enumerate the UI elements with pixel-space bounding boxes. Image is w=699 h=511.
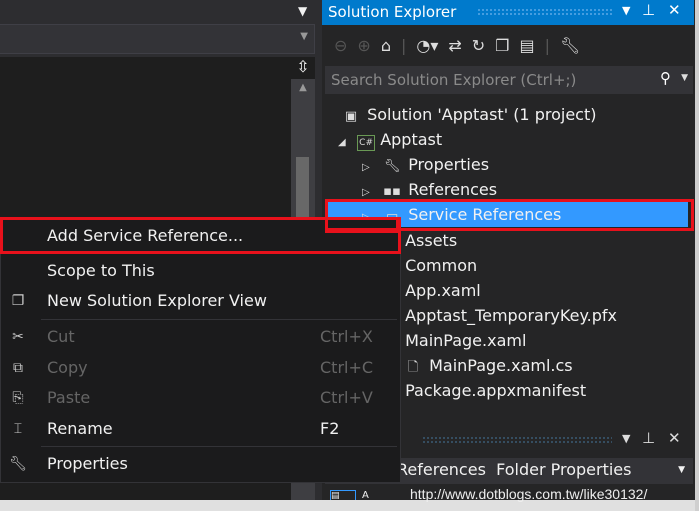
csharp-project-icon: C#	[357, 135, 376, 151]
tree-item-label: Apptast_TemporaryKey.pfx	[405, 306, 617, 325]
tree-item-label: Package.appxmanifest	[405, 381, 587, 400]
pin-icon[interactable]: ⊥	[642, 429, 655, 447]
home-icon[interactable]: ⌂	[381, 36, 391, 55]
wrench-icon: 🔧︎	[383, 159, 401, 174]
split-icon[interactable]: ⇳	[291, 57, 315, 79]
search-icon[interactable]: ⚲	[660, 69, 671, 87]
refresh-icon[interactable]: ↻	[472, 36, 485, 55]
wrench-icon: 🔧︎	[9, 456, 27, 472]
pending-changes-icon[interactable]: ◔▾	[416, 36, 438, 55]
menu-separator	[41, 319, 397, 320]
dropdown-icon[interactable]: ▼	[622, 432, 630, 445]
shortcut: F2	[320, 419, 340, 438]
menu-item-scope-to-this[interactable]: Scope to This	[1, 257, 399, 285]
solution-explorer-toolbar: ⊖ ⊕ ⌂ | ◔▾ ⇄ ↻ ❐ ▤ | 🔧︎	[334, 35, 581, 55]
tree-item-label: Properties	[408, 155, 490, 174]
copy-icon: ⧉	[13, 360, 23, 376]
tree-item-solution[interactable]: ▣ Solution 'Apptast' (1 project)	[326, 102, 688, 127]
search-options-icon[interactable]: ▼	[681, 73, 688, 83]
frame-border	[695, 0, 699, 511]
chevron-down-icon: ▼	[678, 465, 685, 475]
panel-dropdown-icon[interactable]: ▼	[298, 4, 307, 18]
tree-item[interactable]: ▷ 🔧︎ Properties	[326, 152, 688, 177]
selected-object-label: References Folder Properties	[397, 460, 632, 479]
back-icon[interactable]: ⊖	[334, 36, 347, 55]
panel-title: Solution Explorer	[328, 3, 457, 21]
menu-item-label: Cut	[47, 327, 75, 346]
tree-item-label: MainPage.xaml	[405, 331, 527, 350]
menu-item-label: Paste	[47, 388, 91, 407]
chevron-down-icon: ▼	[300, 31, 308, 42]
shortcut: Ctrl+V	[320, 388, 373, 407]
menu-item-paste[interactable]: ⎘ Paste Ctrl+V	[1, 384, 399, 412]
menu-item-cut[interactable]: ✂ Cut Ctrl+X	[1, 323, 399, 351]
rename-icon: ⌶	[13, 421, 23, 437]
tree-item-label: MainPage.xaml.cs	[429, 356, 573, 375]
menu-item-label: Rename	[47, 419, 113, 438]
menu-item-copy[interactable]: ⧉ Copy Ctrl+C	[1, 354, 399, 382]
highlight-box-join	[325, 217, 399, 233]
tree-item-project[interactable]: ◢ C# Apptast	[326, 127, 688, 152]
menu-item-new-view[interactable]: ❐ New Solution Explorer View	[1, 287, 399, 315]
wrench-icon[interactable]: 🔧︎	[560, 36, 580, 55]
tree-item-label: Assets	[405, 231, 458, 250]
close-icon[interactable]: ✕	[668, 1, 681, 19]
search-input[interactable]: Search Solution Explorer (Ctrl+;) ⚲ ▼	[325, 66, 693, 94]
close-icon[interactable]: ✕	[668, 429, 681, 447]
menu-item-label: Copy	[47, 358, 88, 377]
tree-item-label: Solution 'Apptast' (1 project)	[367, 105, 597, 124]
member-dropdown[interactable]: ▼	[0, 24, 315, 54]
menu-item-label: Scope to This	[47, 261, 155, 280]
pin-icon[interactable]: ⊥	[642, 1, 655, 19]
menu-item-properties[interactable]: 🔧︎ Properties	[1, 450, 399, 478]
paste-icon: ⎘	[12, 390, 24, 406]
cs-file-icon: 🗋︎	[407, 360, 419, 375]
menu-separator	[41, 446, 397, 447]
sync-icon[interactable]: ⇄	[448, 36, 461, 55]
menu-item-label: Properties	[47, 454, 128, 473]
watermark: http://www.dotblogs.com.tw/like30132/	[410, 486, 648, 502]
collapse-all-icon[interactable]: ❐	[495, 36, 509, 55]
solution-icon: ▣	[344, 109, 358, 124]
shortcut: Ctrl+X	[320, 327, 373, 346]
shortcut: Ctrl+C	[320, 358, 374, 377]
solution-explorer-titlebar: Solution Explorer ▼ ⊥ ✕	[322, 0, 694, 25]
tree-item-label: App.xaml	[405, 281, 481, 300]
new-view-icon: ❐	[11, 293, 25, 309]
menu-item-label: New Solution Explorer View	[47, 291, 267, 310]
show-all-files-icon[interactable]: ▤	[520, 36, 535, 55]
search-placeholder: Search Solution Explorer (Ctrl+;)	[331, 71, 577, 89]
menu-item-rename[interactable]: ⌶ Rename F2	[1, 415, 399, 443]
drag-grip[interactable]	[477, 8, 612, 16]
scroll-up-icon[interactable]: ▲	[291, 82, 315, 93]
drag-grip[interactable]	[422, 436, 612, 444]
tree-item-label: Common	[405, 256, 478, 275]
scroll-thumb[interactable]	[296, 157, 309, 217]
dropdown-icon[interactable]: ▼	[622, 4, 630, 17]
tree-item-label: Apptast	[380, 130, 443, 149]
context-menu: Add Service Reference... Scope to This ❐…	[0, 218, 401, 483]
forward-icon[interactable]: ⊕	[357, 36, 370, 55]
scissors-icon: ✂	[12, 329, 24, 345]
tree-item-label: References	[408, 180, 498, 199]
